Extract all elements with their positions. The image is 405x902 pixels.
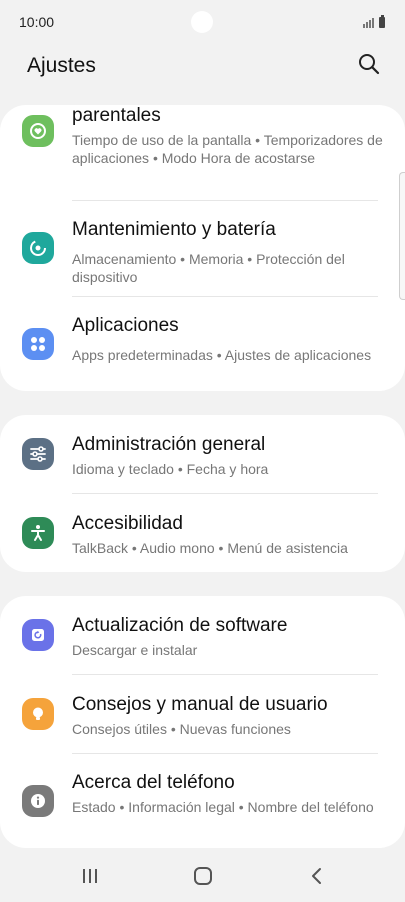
front-camera bbox=[191, 11, 213, 33]
item-subtitle: Almacenamiento • Memoria • Protección de… bbox=[72, 251, 345, 285]
item-title: Administración general bbox=[72, 434, 266, 455]
search-button[interactable] bbox=[355, 50, 383, 78]
settings-item-about-phone[interactable]: Acerca del teléfono Estado • Información… bbox=[0, 754, 405, 848]
item-subtitle: Apps predeterminadas • Ajustes de aplica… bbox=[72, 347, 372, 363]
settings-item-maintenance[interactable]: Mantenimiento y batería Almacenamiento •… bbox=[0, 201, 405, 297]
item-subtitle: Estado • Información legal • Nombre del … bbox=[72, 799, 374, 815]
item-title: Mantenimiento y batería bbox=[72, 219, 276, 240]
settings-item-digital-wellbeing[interactable]: parentales Tiempo de uso de la pantalla … bbox=[0, 105, 405, 201]
settings-card-1: parentales Tiempo de uso de la pantalla … bbox=[0, 105, 405, 391]
recents-button[interactable] bbox=[76, 864, 104, 888]
software-update-icon bbox=[22, 619, 54, 651]
signal-icon bbox=[363, 18, 374, 28]
accessibility-icon bbox=[22, 517, 54, 549]
settings-item-general-management[interactable]: Administración general Idioma y teclado … bbox=[0, 415, 405, 494]
back-button[interactable] bbox=[303, 864, 331, 888]
settings-card-3: Actualización de software Descargar e in… bbox=[0, 596, 405, 848]
lightbulb-icon bbox=[22, 698, 54, 730]
settings-item-accessibility[interactable]: Accesibilidad TalkBack • Audio mono • Me… bbox=[0, 494, 405, 572]
back-icon bbox=[312, 868, 321, 884]
settings-card-2: Administración general Idioma y teclado … bbox=[0, 415, 405, 572]
recents-icon bbox=[83, 869, 97, 883]
info-icon bbox=[22, 785, 54, 817]
item-title: Actualización de software bbox=[72, 615, 288, 636]
page-title: Ajustes bbox=[27, 54, 96, 77]
scrollbar[interactable] bbox=[399, 172, 405, 300]
navigation-bar bbox=[0, 850, 405, 902]
status-bar: 10:00 bbox=[0, 0, 405, 44]
item-title: Acerca del teléfono bbox=[72, 772, 235, 793]
home-button[interactable] bbox=[189, 864, 217, 888]
sliders-icon bbox=[22, 438, 54, 470]
header: Ajustes bbox=[0, 44, 405, 94]
item-title: parentales bbox=[72, 105, 161, 126]
search-icon bbox=[359, 54, 380, 75]
battery-icon bbox=[379, 15, 385, 28]
status-time: 10:00 bbox=[19, 14, 55, 30]
item-subtitle: Tiempo de uso de la pantalla • Temporiza… bbox=[72, 132, 383, 166]
heart-time-icon bbox=[22, 115, 54, 147]
status-icons bbox=[363, 14, 385, 28]
home-icon bbox=[194, 867, 212, 885]
item-subtitle: Idioma y teclado • Fecha y hora bbox=[72, 461, 269, 477]
item-title: Accesibilidad bbox=[72, 513, 183, 534]
settings-item-software-update[interactable]: Actualización de software Descargar e in… bbox=[0, 596, 405, 675]
item-subtitle: Consejos útiles • Nuevas funciones bbox=[72, 721, 291, 737]
settings-item-tips-manual[interactable]: Consejos y manual de usuario Consejos út… bbox=[0, 675, 405, 754]
maintenance-icon bbox=[22, 232, 54, 264]
item-title: Aplicaciones bbox=[72, 315, 179, 336]
settings-item-applications[interactable]: Aplicaciones Apps predeterminadas • Ajus… bbox=[0, 297, 405, 391]
item-subtitle: Descargar e instalar bbox=[72, 642, 198, 658]
item-subtitle: TalkBack • Audio mono • Menú de asistenc… bbox=[72, 540, 348, 556]
item-title: Consejos y manual de usuario bbox=[72, 694, 328, 715]
apps-icon bbox=[22, 328, 54, 360]
